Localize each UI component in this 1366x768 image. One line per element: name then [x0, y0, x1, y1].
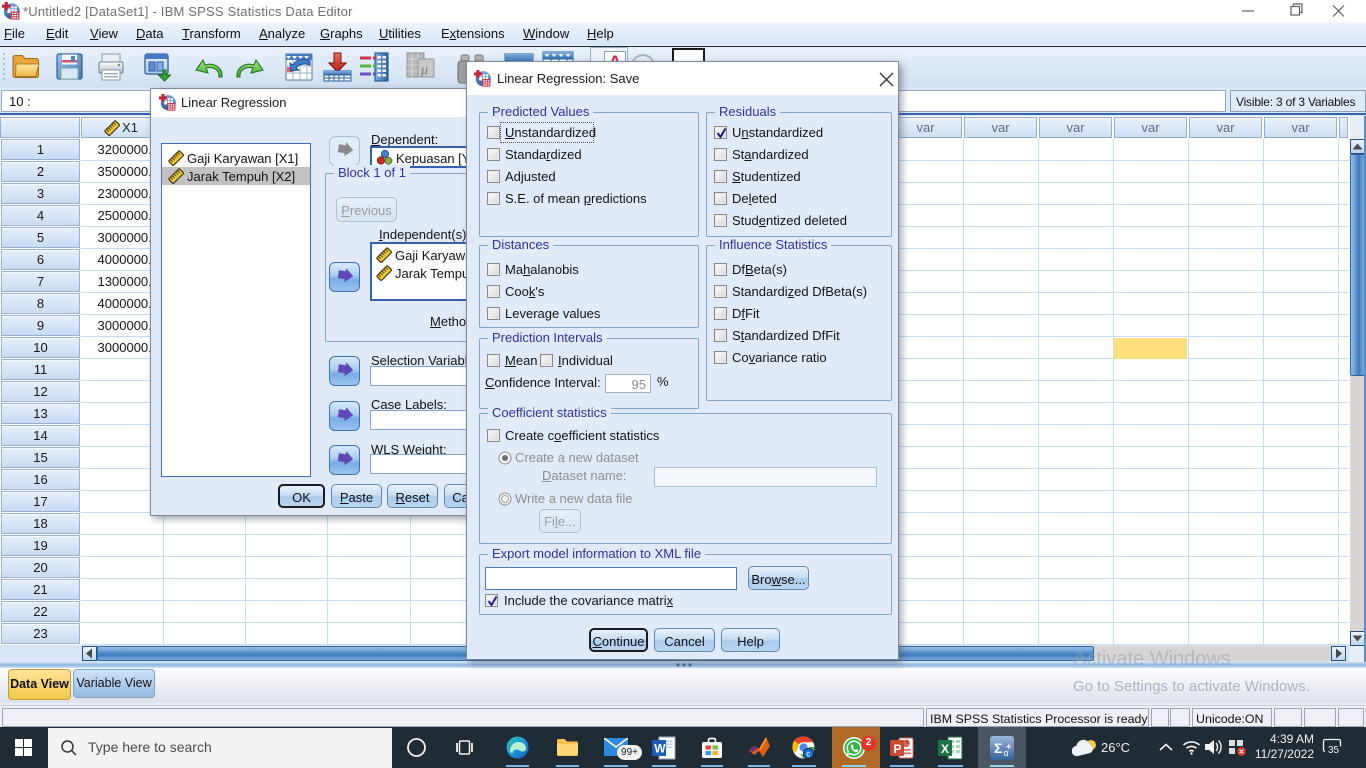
svg-text:μ: μ	[420, 63, 428, 78]
svg-text:c: c	[806, 749, 810, 758]
svg-text:Σ: Σ	[994, 740, 1002, 756]
svg-text:X: X	[941, 742, 949, 756]
svg-text:α: α	[1004, 748, 1009, 758]
svg-text:P: P	[894, 742, 902, 756]
svg-text:W: W	[654, 742, 666, 756]
